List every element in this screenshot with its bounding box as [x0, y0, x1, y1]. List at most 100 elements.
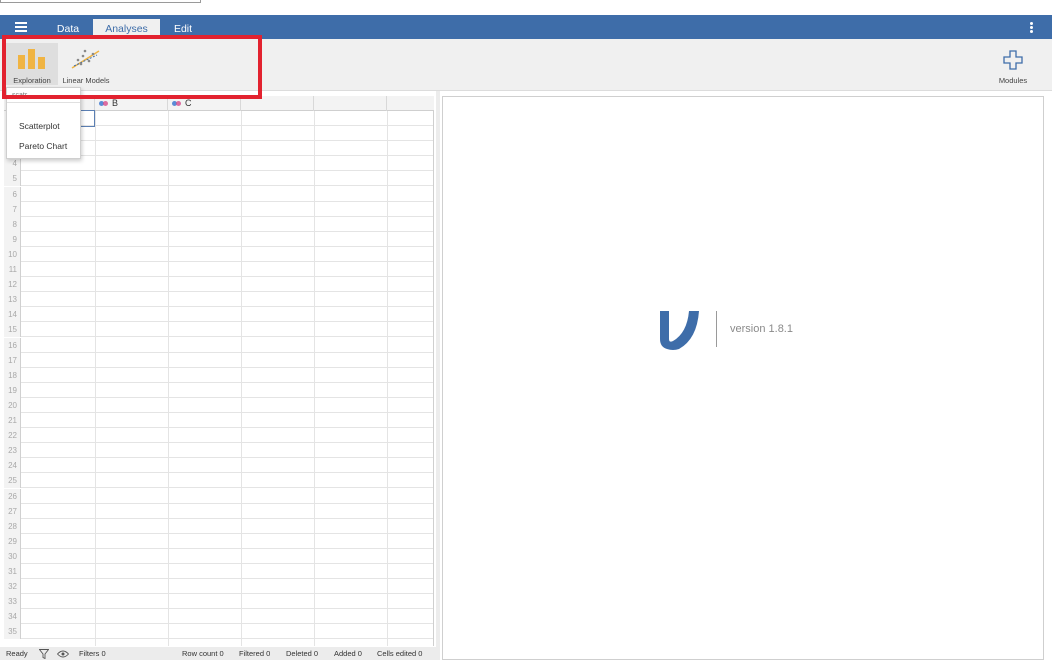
table-row[interactable]: 14 — [4, 307, 434, 323]
column-header-d[interactable] — [241, 96, 314, 111]
table-row[interactable]: 25 — [4, 473, 434, 489]
row-number[interactable]: 23 — [4, 443, 21, 459]
spreadsheet[interactable]: B C 123456789101112131415161718192021222… — [4, 96, 434, 646]
nominal-variable-icon — [172, 100, 182, 107]
column-header-b[interactable]: B — [95, 96, 168, 111]
more-options-icon[interactable] — [1030, 22, 1034, 33]
column-divider — [95, 111, 96, 646]
plus-icon — [1003, 50, 1023, 70]
table-row[interactable]: 24 — [4, 458, 434, 474]
modules-label: Modules — [998, 76, 1028, 85]
table-row[interactable]: 27 — [4, 503, 434, 519]
filter-icon[interactable] — [39, 649, 49, 659]
pane-splitter[interactable] — [436, 91, 440, 660]
row-number[interactable]: 20 — [4, 397, 21, 413]
column-header-f[interactable] — [387, 96, 434, 111]
tab-edit[interactable]: Edit — [166, 19, 200, 39]
table-row[interactable]: 30 — [4, 548, 434, 564]
table-row[interactable]: 32 — [4, 579, 434, 595]
linear-models-button[interactable]: Linear Models — [60, 43, 112, 85]
row-number[interactable]: 10 — [4, 246, 21, 262]
row-number[interactable]: 6 — [4, 186, 21, 202]
column-divider — [387, 111, 388, 646]
status-cells-edited: Cells edited 0 — [377, 649, 423, 658]
table-row[interactable]: 13 — [4, 292, 434, 308]
row-number[interactable]: 16 — [4, 337, 21, 353]
row-number[interactable]: 22 — [4, 428, 21, 444]
row-number[interactable]: 14 — [4, 307, 21, 323]
table-row[interactable]: 28 — [4, 518, 434, 534]
row-number[interactable]: 30 — [4, 548, 21, 564]
row-number[interactable]: 12 — [4, 277, 21, 293]
row-number[interactable]: 9 — [4, 231, 21, 247]
row-number[interactable]: 18 — [4, 367, 21, 383]
row-number[interactable]: 5 — [4, 171, 21, 187]
table-row[interactable]: 23 — [4, 443, 434, 459]
table-row[interactable]: 8 — [4, 216, 434, 232]
table-row[interactable]: 33 — [4, 594, 434, 610]
tab-analyses[interactable]: Analyses — [93, 19, 160, 39]
column-header-e[interactable] — [314, 96, 387, 111]
table-row[interactable]: 17 — [4, 352, 434, 368]
menu-item-pareto-chart[interactable]: Pareto Chart — [19, 141, 67, 151]
regression-icon — [71, 49, 100, 69]
menu-item-scatterplot[interactable]: Scatterplot — [19, 121, 60, 131]
row-number[interactable]: 27 — [4, 503, 21, 519]
analysis-search-field[interactable]: scatr — [7, 88, 80, 103]
row-number[interactable]: 7 — [4, 201, 21, 217]
table-row[interactable]: 29 — [4, 533, 434, 549]
eye-icon[interactable] — [57, 650, 69, 658]
table-row[interactable]: 7 — [4, 201, 434, 217]
table-row[interactable]: 11 — [4, 262, 434, 277]
table-row[interactable]: 16 — [4, 337, 434, 353]
row-number[interactable]: 34 — [4, 609, 21, 625]
row-number[interactable]: 32 — [4, 579, 21, 595]
row-number[interactable]: 29 — [4, 533, 21, 549]
row-number[interactable]: 25 — [4, 473, 21, 489]
column-divider — [314, 111, 315, 646]
table-row[interactable]: 22 — [4, 428, 434, 444]
row-number[interactable]: 31 — [4, 564, 21, 579]
row-number[interactable]: 19 — [4, 382, 21, 398]
jamovi-logo-icon — [660, 311, 699, 350]
row-number[interactable]: 8 — [4, 216, 21, 232]
row-number[interactable]: 15 — [4, 322, 21, 338]
table-row[interactable]: 35 — [4, 624, 434, 640]
tab-data[interactable]: Data — [48, 19, 88, 39]
table-row[interactable]: 21 — [4, 413, 434, 428]
top-text-field[interactable] — [0, 0, 201, 3]
column-name-b: B — [112, 98, 119, 108]
table-row[interactable]: 6 — [4, 186, 434, 202]
table-row[interactable]: 26 — [4, 488, 434, 504]
row-number[interactable]: 26 — [4, 488, 21, 504]
column-header-c[interactable]: C — [168, 96, 241, 111]
status-filters: Filters 0 — [79, 649, 106, 658]
row-number[interactable]: 11 — [4, 262, 21, 277]
table-row[interactable]: 34 — [4, 609, 434, 625]
table-row[interactable]: 31 — [4, 564, 434, 579]
row-number[interactable]: 21 — [4, 413, 21, 428]
table-row[interactable]: 15 — [4, 322, 434, 338]
table-row[interactable]: 9 — [4, 231, 434, 247]
results-pane: version 1.8.1 — [442, 96, 1044, 660]
menubar: Data Analyses Edit — [0, 15, 1052, 39]
table-row[interactable]: 20 — [4, 397, 434, 413]
analyses-ribbon: Exploration Linear Models Modules — [0, 39, 1052, 91]
status-filtered: Filtered 0 — [239, 649, 271, 658]
table-row[interactable]: 5 — [4, 171, 434, 187]
table-row[interactable]: 10 — [4, 246, 434, 262]
row-number[interactable]: 24 — [4, 458, 21, 474]
row-number[interactable]: 17 — [4, 352, 21, 368]
modules-button[interactable]: Modules — [992, 43, 1034, 85]
row-number[interactable]: 33 — [4, 594, 21, 610]
row-number[interactable]: 35 — [4, 624, 21, 640]
row-number[interactable]: 13 — [4, 292, 21, 308]
status-added: Added 0 — [334, 649, 362, 658]
exploration-button[interactable]: Exploration — [6, 43, 58, 85]
table-row[interactable]: 19 — [4, 382, 434, 398]
status-row-count: Row count 0 — [182, 649, 224, 658]
hamburger-menu-icon[interactable] — [15, 22, 27, 32]
table-row[interactable]: 18 — [4, 367, 434, 383]
table-row[interactable]: 12 — [4, 277, 434, 293]
row-number[interactable]: 28 — [4, 518, 21, 534]
